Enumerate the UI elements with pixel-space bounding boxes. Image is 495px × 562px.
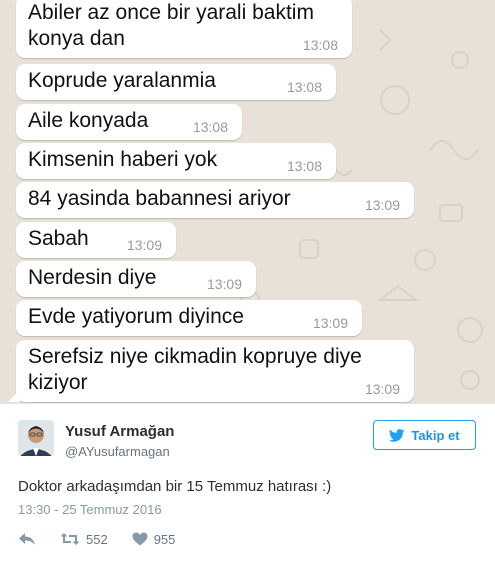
message-time: 13:09 [312, 315, 348, 331]
chat-message: Nerdesin diye 13:09 [16, 261, 256, 297]
message-text-line: Kimsenin haberi yok [28, 148, 218, 171]
retweet-icon [60, 533, 80, 545]
message-time: 13:09 [364, 197, 400, 213]
chat-screenshot: Abiler az once bir yarali baktim konya d… [0, 0, 495, 403]
message-time: 13:09 [126, 237, 162, 253]
like-count: 955 [153, 531, 176, 547]
chat-message: Sabah 13:09 [16, 222, 176, 258]
message-time: 13:08 [302, 37, 338, 53]
retweet-count: 552 [86, 531, 108, 547]
tweet-actions: 552 955 [18, 530, 199, 548]
display-name[interactable]: Yusuf Armağan [65, 423, 174, 440]
user-handle[interactable]: @AYusufarmagan [65, 444, 170, 459]
bird-icon [389, 428, 405, 442]
follow-button-label: Takip et [411, 427, 460, 443]
avatar[interactable] [18, 420, 54, 456]
chat-message: Aile konyada 13:08 [16, 104, 242, 140]
message-text-line: kiziyor [28, 371, 88, 394]
like-button[interactable]: 955 [132, 531, 176, 547]
message-time: 13:09 [206, 276, 242, 292]
message-time: 13:08 [192, 119, 228, 135]
message-text-line: 84 yasinda babannesi ariyor [28, 187, 291, 210]
heart-icon [132, 532, 148, 546]
tweet-text: Doktor arkadaşımdan bir 15 Temmuz hatıra… [18, 478, 332, 495]
tweet-card: Yusuf Armağan @AYusufarmagan Takip et Do… [0, 403, 495, 562]
reply-icon [19, 533, 35, 545]
chat-message: 84 yasinda babannesi ariyor 13:09 [16, 182, 414, 218]
message-time: 13:09 [364, 381, 400, 397]
message-text-line: Abiler az once bir yarali baktim [28, 1, 314, 24]
avatar-portrait [18, 420, 54, 456]
message-text-line: Serefsiz niye cikmadin kopruye diye [28, 345, 362, 368]
chat-message: Serefsiz niye cikmadin kopruye diye kizi… [8, 340, 414, 402]
message-text-line: konya dan [28, 27, 125, 50]
chat-message: Abiler az once bir yarali baktim konya d… [16, 0, 352, 58]
message-time: 13:08 [286, 79, 322, 95]
message-text-line: Evde yatiyorum diyince [28, 305, 244, 328]
message-text-line: Koprude yaralanmia [28, 69, 216, 92]
retweet-button[interactable]: 552 [60, 532, 108, 547]
reply-button[interactable] [18, 532, 36, 546]
chat-message: Kimsenin haberi yok 13:08 [16, 143, 336, 179]
tweet-timestamp[interactable]: 13:30 - 25 Temmuz 2016 [18, 502, 162, 517]
chat-message: Koprude yaralanmia 13:08 [16, 64, 336, 100]
follow-button[interactable]: Takip et [373, 420, 476, 450]
message-time: 13:08 [286, 158, 322, 174]
chat-message: Evde yatiyorum diyince 13:09 [16, 300, 362, 336]
